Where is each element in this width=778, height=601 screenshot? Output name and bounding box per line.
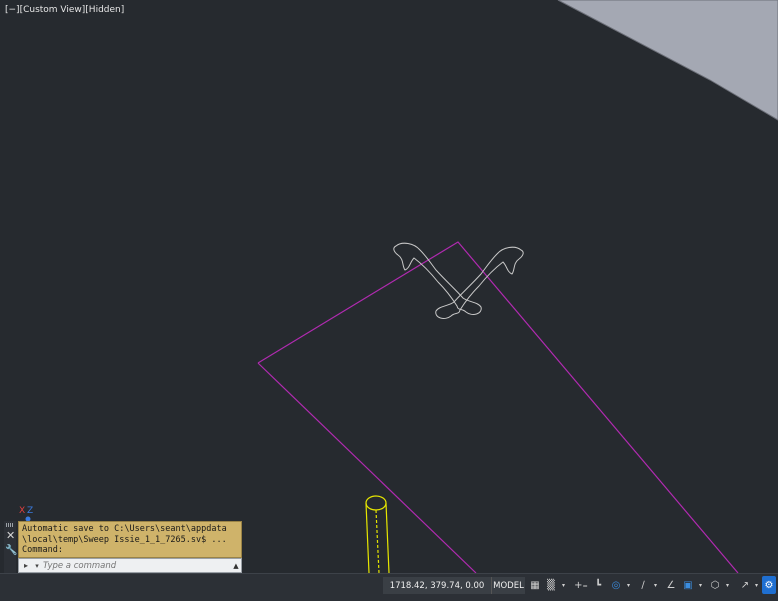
drawing-viewport[interactable]: [−][Custom View][Hidden] X Z [0,0,778,573]
command-input[interactable] [41,559,231,572]
model-space-button[interactable]: MODEL [491,577,525,594]
ortho-icon[interactable]: ┗ [591,577,605,594]
command-history: Automatic save to C:\Users\seant\appdata… [18,521,242,558]
coordinates-readout[interactable]: 1718.42, 379.74, 0.00 [383,577,491,594]
chevron-down-icon[interactable]: ▾ [753,577,760,594]
solid-surface [557,0,778,121]
chevron-down-icon[interactable]: ▾ [724,577,731,594]
sweep-profile-shape [393,242,524,319]
sweep-path-edge [257,362,477,573]
command-prompt-icon[interactable]: ▸ [19,559,33,572]
history-line: Command: [22,545,63,555]
chevron-down-icon[interactable]: ▾ [652,577,659,594]
history-line: \local\temp\Sweep Issie_1_1_7265.sv$ ... [22,534,227,545]
ucs-x-label: X [19,506,25,516]
grid-icon[interactable]: ▦ [528,577,542,594]
yellow-pipe-solid [365,495,390,573]
command-line[interactable]: ▸ ▾ ▲ [18,558,242,573]
snap-icon[interactable]: ▒ [544,577,558,594]
annotation-scale-icon[interactable]: ↗ [738,577,752,594]
chevron-down-icon[interactable]: ▾ [625,577,632,594]
chevron-down-icon[interactable]: ▾ [697,577,704,594]
chevron-down-icon[interactable]: ▾ [33,562,41,570]
workspace-icon[interactable]: ⚙ [762,576,776,594]
drag-handle-icon[interactable] [6,523,14,527]
object-snap-tracking-icon[interactable]: ∕ [636,577,650,594]
chevron-up-icon[interactable]: ▲ [231,562,241,570]
chevron-down-icon[interactable]: ▾ [560,577,567,594]
close-icon[interactable]: ✕ [6,530,15,542]
sweep-path-line [257,241,739,573]
dynamic-ucs-icon[interactable]: ▣ [681,577,695,594]
infer-constraints-icon[interactable]: +₌ [574,577,588,594]
ucs-z-label: Z [27,506,33,516]
history-line: Automatic save to C:\Users\seant\appdata [22,524,227,534]
wrench-icon[interactable]: 🔧 [5,545,17,556]
selection-cycling-icon[interactable]: ⬡ [708,577,722,594]
command-window-grip[interactable]: ✕ 🔧 [4,521,17,573]
isodraft-icon[interactable]: ∠ [664,577,678,594]
polar-tracking-icon[interactable]: ◎ [609,577,623,594]
drawing-canvas[interactable] [0,0,778,573]
